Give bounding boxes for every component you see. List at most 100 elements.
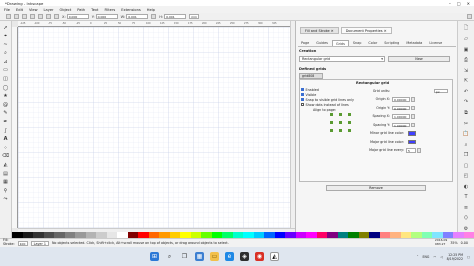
task-view-icon[interactable]: ❐ (180, 252, 189, 261)
menu-object[interactable]: Object (60, 8, 72, 12)
edge-browser-icon[interactable]: e (225, 252, 234, 261)
tab-document-properties[interactable]: Document Properties ✕ (340, 27, 392, 34)
spray-tool-icon[interactable]: ⁘ (2, 144, 9, 151)
notification-icon[interactable]: ▢ (467, 255, 470, 259)
redo-icon[interactable]: ↷ (463, 99, 470, 106)
new-document-icon[interactable]: 🗋 (463, 25, 470, 32)
align-anchor[interactable] (330, 121, 333, 124)
save-icon[interactable]: ▣ (463, 47, 470, 54)
menu-filters[interactable]: Filters (104, 8, 115, 12)
connector-tool-icon[interactable]: ⤳ (2, 196, 9, 203)
bucket-tool-icon[interactable]: ◭ (2, 162, 9, 169)
node-tool-icon[interactable]: ⌖ (2, 33, 9, 40)
search-icon[interactable]: ⌕ (165, 252, 174, 261)
minimize-button[interactable]: – (449, 1, 451, 6)
measure-tool-icon[interactable]: ⊿ (2, 58, 9, 65)
wifi-icon[interactable]: ◠ (433, 255, 436, 259)
snap-visible-checkbox[interactable]: Snap to visible grid lines only (301, 97, 354, 102)
align-anchor[interactable] (330, 129, 333, 132)
volume-icon[interactable]: ◁ (440, 255, 442, 259)
origin-y-stepper[interactable] (411, 105, 415, 110)
origin-x-input[interactable]: 0.00000 (392, 97, 410, 102)
opacity-input[interactable]: 100 (17, 240, 28, 246)
start-icon[interactable]: ⊞ (150, 252, 159, 261)
rotate-cw-icon[interactable] (38, 14, 43, 19)
flip-horizontal-icon[interactable] (46, 14, 51, 19)
y-input[interactable]: 0.000 (95, 14, 118, 19)
spiral-tool-icon[interactable]: @ (2, 101, 9, 108)
widgets-icon[interactable]: ▦ (195, 252, 204, 261)
deselect-icon[interactable] (22, 14, 27, 19)
major-every-stepper[interactable] (417, 148, 421, 153)
align-icon[interactable]: ≡ (463, 205, 470, 212)
align-anchor[interactable] (348, 121, 351, 124)
major-every-input[interactable]: 5 (406, 148, 416, 153)
minor-color-swatch[interactable] (408, 131, 416, 136)
flip-vertical-icon[interactable] (54, 14, 59, 19)
paste-icon[interactable]: 📋 (463, 131, 470, 138)
text-tool-icon[interactable]: A (2, 136, 9, 143)
tab-fill-and-stroke[interactable]: Fill and Stroke ✕ (300, 27, 339, 34)
chrome-icon[interactable]: ◉ (255, 252, 264, 261)
spacing-y-input[interactable]: 1.00000 (392, 122, 410, 127)
spacing-y-stepper[interactable] (411, 122, 415, 127)
eraser-tool-icon[interactable]: ⌫ (2, 153, 9, 160)
unit-select[interactable]: mm (189, 14, 200, 19)
text-font-icon[interactable]: T (463, 194, 470, 201)
align-anchor-grid[interactable] (329, 112, 353, 134)
chevron-up-icon[interactable]: ˄ (417, 255, 419, 259)
drawing-canvas[interactable] (18, 27, 290, 228)
align-anchor[interactable] (339, 113, 342, 116)
w-input[interactable]: 0.001 (126, 14, 149, 19)
file-explorer-icon[interactable]: ▭ (210, 252, 219, 261)
fill-stroke-icon[interactable]: ◐ (463, 183, 470, 190)
box-3d-tool-icon[interactable]: ◫ (2, 76, 9, 83)
copy-icon[interactable]: ⧉ (463, 110, 470, 117)
align-anchor[interactable] (339, 121, 342, 124)
menu-edit[interactable]: Edit (16, 8, 23, 12)
dropper-tool-icon[interactable]: ⚲ (2, 187, 9, 194)
select-all-icon[interactable] (6, 14, 11, 19)
remove-grid-button[interactable]: Remove (326, 185, 426, 191)
menu-path[interactable]: Path (77, 8, 85, 12)
import-icon[interactable]: ⇲ (463, 68, 470, 75)
menu-help[interactable]: Help (147, 8, 155, 12)
print-icon[interactable]: ⎙ (463, 57, 470, 64)
duplicate-icon[interactable]: ❐ (463, 152, 470, 159)
grid-units-select[interactable]: px (434, 88, 448, 93)
commands-menu-icon[interactable] (467, 14, 472, 19)
pen-tool-icon[interactable]: ✒ (2, 119, 9, 126)
align-anchor[interactable] (339, 129, 342, 132)
align-anchor[interactable] (330, 113, 333, 116)
rectangle-tool-icon[interactable]: ▭ (2, 67, 9, 74)
select-all-layers-icon[interactable] (14, 14, 19, 19)
origin-x-stepper[interactable] (411, 97, 415, 102)
menu-extensions[interactable]: Extensions (121, 8, 141, 12)
show-dots-checkbox[interactable]: Show dots instead of lines (301, 102, 354, 107)
menu-text[interactable]: Text (91, 8, 98, 12)
export-icon[interactable]: ⇱ (463, 78, 470, 85)
grid-type-select[interactable]: Rectangular grid ▾ (299, 56, 385, 62)
ungroup-icon[interactable]: ◰ (463, 173, 470, 180)
align-anchor[interactable] (348, 129, 351, 132)
menu-view[interactable]: View (29, 8, 38, 12)
cut-icon[interactable]: ✂ (463, 120, 470, 127)
zoom-value[interactable]: 35% (450, 241, 457, 245)
menu-layer[interactable]: Layer (44, 8, 54, 12)
align-anchor[interactable] (348, 113, 351, 116)
open-icon[interactable]: ▱ (463, 36, 470, 43)
group-icon[interactable]: ▢ (463, 162, 470, 169)
origin-y-input[interactable]: 0.00000 (392, 105, 410, 110)
maximize-button[interactable]: □ (457, 1, 461, 6)
lock-icon[interactable] (151, 14, 157, 19)
language-indicator[interactable]: ENG (423, 255, 430, 259)
gradient-tool-icon[interactable]: ▤ (2, 170, 9, 177)
rotation-value[interactable]: 0.00 (461, 241, 468, 245)
new-grid-button[interactable]: New (388, 56, 450, 62)
mesh-tool-icon[interactable]: ▦ (2, 179, 9, 186)
zoom-icon[interactable]: ⌕ (463, 141, 470, 148)
xml-editor-icon[interactable]: ⟨⟩ (463, 215, 470, 222)
store-icon[interactable]: ◈ (240, 252, 249, 261)
x-input[interactable]: 0.000 (66, 14, 89, 19)
spacing-x-input[interactable]: 1.00000 (392, 114, 410, 119)
